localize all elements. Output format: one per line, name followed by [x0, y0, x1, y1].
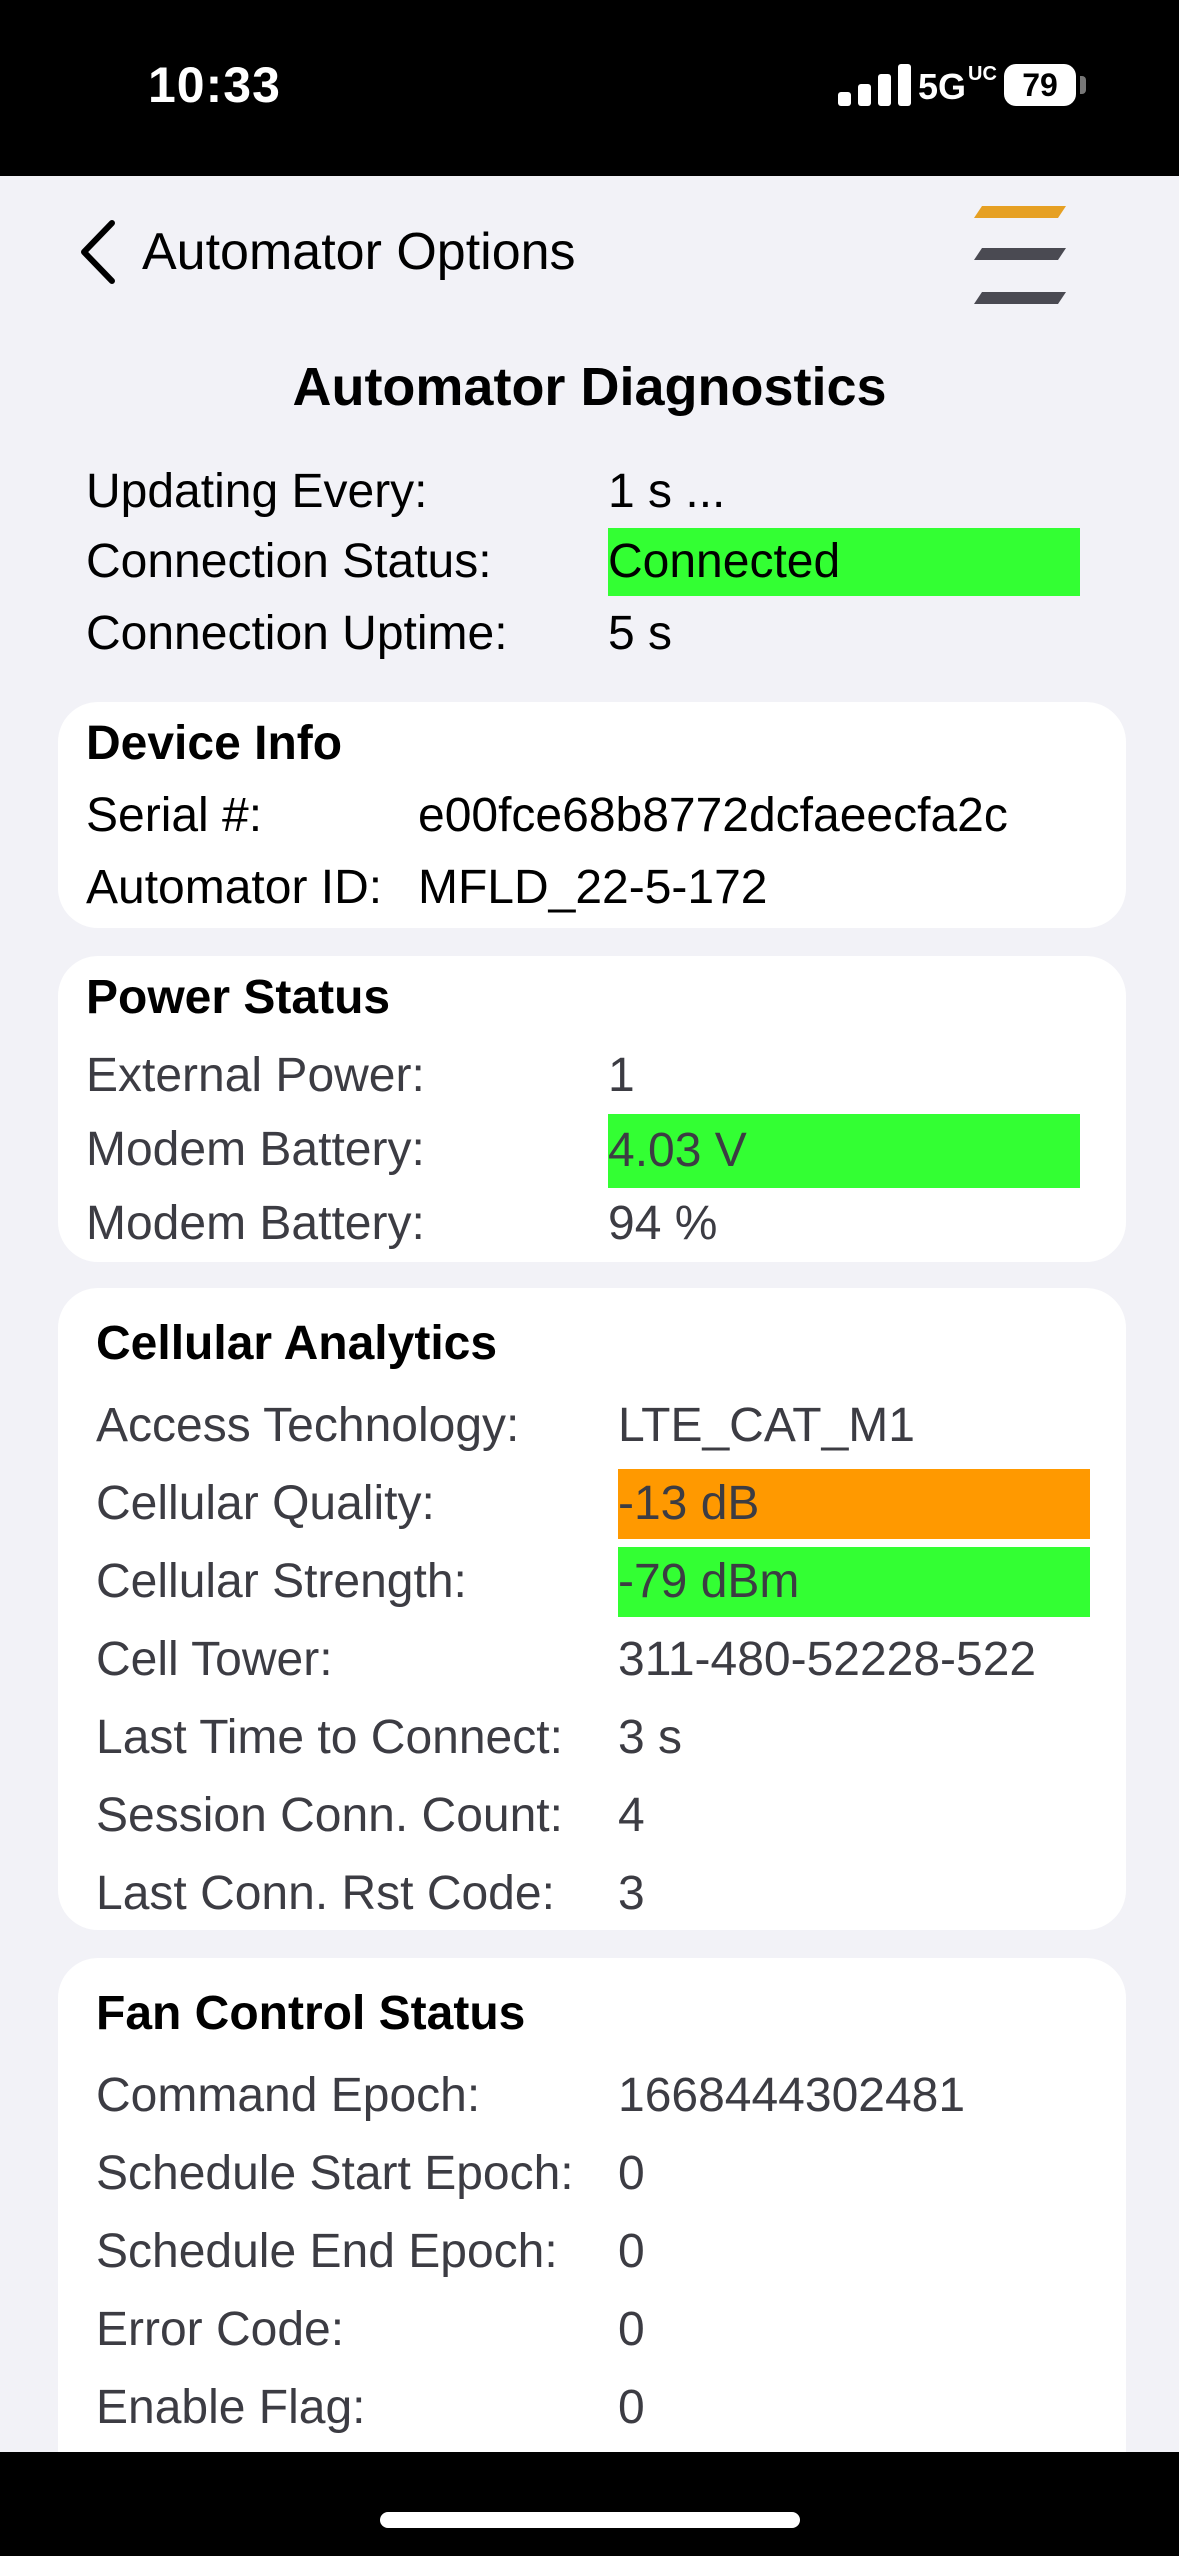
cellular-analytics-card: Cellular Analytics Access Technology: LT… — [58, 1288, 1126, 1930]
external-power-value: 1 — [608, 1049, 635, 1102]
cell-tower-value: 311-480-52228-522 — [618, 1633, 1037, 1686]
chevron-left-icon — [81, 220, 115, 284]
last-conn-rst-code-label: Last Conn. Rst Code: — [96, 1867, 555, 1920]
enable-flag-label: Enable Flag: — [96, 2381, 366, 2434]
cellular-strength-label: Cellular Strength: — [96, 1555, 467, 1608]
enable-flag-value: 0 — [618, 2381, 645, 2434]
session-conn-count-value: 4 — [618, 1789, 645, 1842]
access-technology-label: Access Technology: — [96, 1399, 520, 1452]
automator-id-value: MFLD_22-5-172 — [418, 861, 768, 914]
battery-icon: 79 — [1004, 64, 1076, 106]
serial-value: e00fce68b8772dcfaeecfa2c — [418, 789, 1008, 842]
cellular-strength-value: -79 dBm — [618, 1547, 1090, 1617]
updating-label: Updating Every: — [86, 465, 428, 518]
modem-battery-percent-value: 94 % — [608, 1197, 718, 1250]
modem-battery-voltage-label: Modem Battery: — [86, 1123, 425, 1176]
uptime-value: 5 s — [608, 607, 673, 660]
device-info-card: Device Info Serial #: e00fce68b8772dcfae… — [58, 702, 1126, 928]
home-indicator-area — [0, 2452, 1179, 2556]
connection-status-label: Connection Status: — [86, 535, 492, 588]
schedule-start-epoch-value: 0 — [618, 2147, 645, 2200]
diagnostics-screen: Automator Options Automator Diagnostics … — [0, 176, 1179, 2452]
serial-label: Serial #: — [86, 789, 263, 842]
back-label: Automator Options — [142, 223, 576, 281]
power-status-card: Power Status External Power: 1 Modem Bat… — [58, 956, 1126, 1262]
fan-control-title: Fan Control Status — [96, 1987, 526, 2040]
last-time-to-connect-label: Last Time to Connect: — [96, 1711, 563, 1764]
access-technology-value: LTE_CAT_M1 — [618, 1399, 915, 1452]
uptime-label: Connection Uptime: — [86, 607, 508, 660]
signal-bars-icon — [838, 64, 911, 106]
device-info-title: Device Info — [86, 717, 343, 770]
network-indicator: 5G UC — [918, 63, 997, 108]
automator-id-label: Automator ID: — [86, 861, 383, 914]
connection-status-value: Connected — [608, 528, 1080, 596]
status-bar: 10:33 5G UC 79 — [0, 0, 1179, 176]
last-time-to-connect-value: 3 s — [618, 1711, 683, 1764]
cell-tower-label: Cell Tower: — [96, 1633, 333, 1686]
command-epoch-value: 1668444302481 — [618, 2069, 966, 2122]
fan-control-card: Fan Control Status Command Epoch: 166844… — [58, 1958, 1126, 2452]
app-logo-icon[interactable] — [970, 206, 1070, 310]
status-time: 10:33 — [148, 57, 281, 113]
modem-battery-voltage-value: 4.03 V — [608, 1114, 1080, 1188]
schedule-end-epoch-value: 0 — [618, 2225, 645, 2278]
cellular-analytics-title: Cellular Analytics — [96, 1317, 498, 1370]
back-button[interactable]: Automator Options — [76, 212, 576, 292]
schedule-start-epoch-label: Schedule Start Epoch: — [96, 2147, 574, 2200]
network-suffix: UC — [968, 63, 997, 85]
battery-level: 79 — [1022, 67, 1058, 103]
cellular-quality-label: Cellular Quality: — [96, 1477, 435, 1530]
session-conn-count-label: Session Conn. Count: — [96, 1789, 563, 1842]
command-epoch-label: Command Epoch: — [96, 2069, 481, 2122]
network-type: 5G — [918, 66, 967, 107]
updating-value: 1 s ... — [608, 465, 726, 518]
last-conn-rst-code-value: 3 — [618, 1867, 645, 1920]
error-code-label: Error Code: — [96, 2303, 345, 2356]
page-title: Automator Diagnostics — [292, 357, 887, 417]
modem-battery-percent-label: Modem Battery: — [86, 1197, 425, 1250]
battery-tip — [1080, 76, 1086, 94]
power-status-title: Power Status — [86, 971, 391, 1024]
cellular-quality-value: -13 dB — [618, 1469, 1090, 1539]
home-indicator[interactable] — [380, 2512, 800, 2528]
schedule-end-epoch-label: Schedule End Epoch: — [96, 2225, 558, 2278]
error-code-value: 0 — [618, 2303, 645, 2356]
external-power-label: External Power: — [86, 1049, 425, 1102]
